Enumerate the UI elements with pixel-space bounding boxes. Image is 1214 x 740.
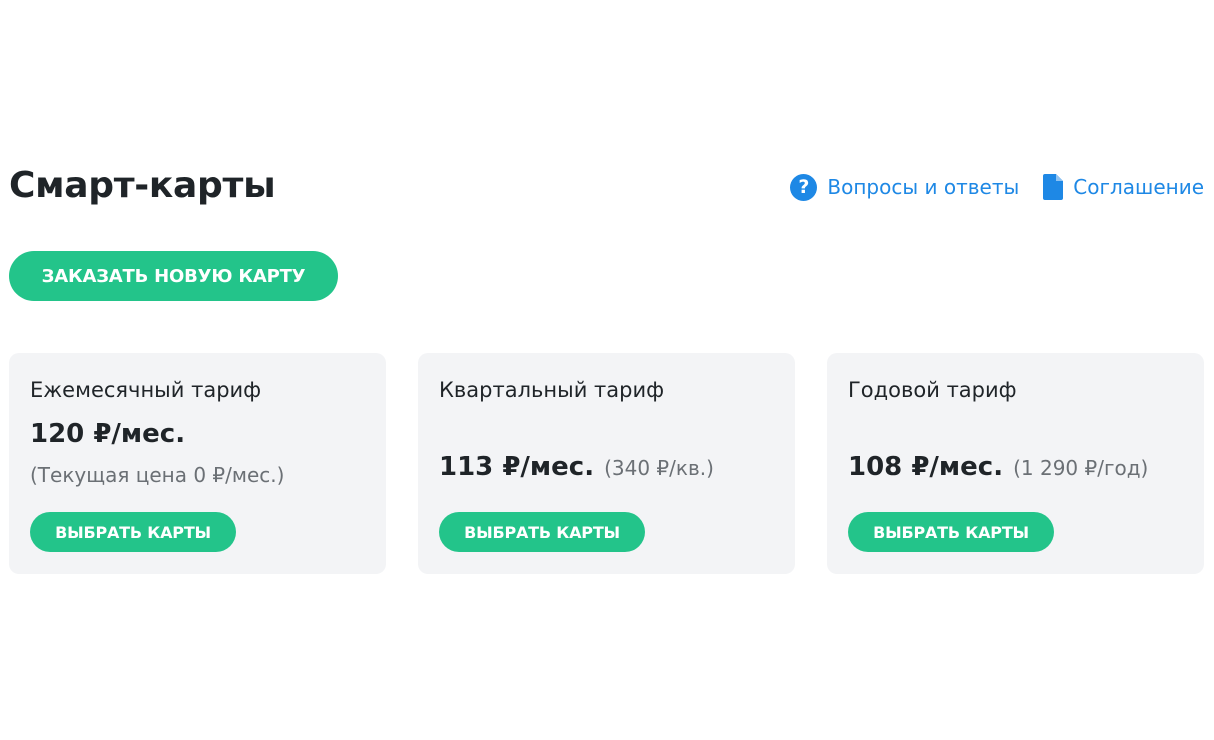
agreement-link[interactable]: Соглашение	[1043, 174, 1204, 200]
tariff-price: 120 ₽/мес.	[30, 419, 186, 449]
help-circle-icon: ?	[790, 173, 818, 201]
tariff-current-price-note: (Текущая цена 0 ₽/мес.)	[30, 463, 285, 487]
tariff-period-price: (1 290 ₽/год)	[1013, 456, 1149, 480]
tariff-title: Ежемесячный тариф	[30, 378, 262, 402]
faq-link[interactable]: ? Вопросы и ответы	[790, 173, 1020, 201]
price-line: 120 ₽/мес.	[30, 419, 185, 449]
page: Смарт-карты ? Вопросы и ответы Соглашени…	[0, 0, 1214, 740]
price-line: 108 ₽/мес. (1 290 ₽/год)	[848, 452, 1148, 482]
order-new-card-button[interactable]: ЗАКАЗАТЬ НОВУЮ КАРТУ	[9, 251, 338, 301]
choose-cards-button-quarterly[interactable]: ВЫБРАТЬ КАРТЫ	[439, 512, 645, 552]
faq-link-label: Вопросы и ответы	[827, 175, 1020, 199]
price-line: 113 ₽/мес. (340 ₽/кв.)	[439, 452, 714, 482]
agreement-link-label: Соглашение	[1073, 175, 1204, 199]
choose-cards-button-monthly[interactable]: ВЫБРАТЬ КАРТЫ	[30, 512, 236, 552]
page-header: Смарт-карты ? Вопросы и ответы Соглашени…	[9, 160, 1204, 210]
tariff-cards: Ежемесячный тариф 120 ₽/мес. (Текущая це…	[9, 353, 1204, 574]
page-title: Смарт-карты	[9, 164, 276, 206]
tariff-title: Квартальный тариф	[439, 378, 665, 402]
tariff-card-monthly: Ежемесячный тариф 120 ₽/мес. (Текущая це…	[9, 353, 386, 574]
header-links: ? Вопросы и ответы Соглашение	[790, 173, 1204, 201]
choose-cards-button-yearly[interactable]: ВЫБРАТЬ КАРТЫ	[848, 512, 1054, 552]
tariff-card-yearly: Годовой тариф 108 ₽/мес. (1 290 ₽/год) В…	[827, 353, 1204, 574]
tariff-price: 113 ₽/мес.	[439, 452, 595, 482]
tariff-period-price: (340 ₽/кв.)	[604, 456, 714, 480]
tariff-title: Годовой тариф	[848, 378, 1017, 402]
tariff-price: 108 ₽/мес.	[848, 452, 1004, 482]
document-icon	[1043, 174, 1064, 200]
tariff-card-quarterly: Квартальный тариф 113 ₽/мес. (340 ₽/кв.)…	[418, 353, 795, 574]
